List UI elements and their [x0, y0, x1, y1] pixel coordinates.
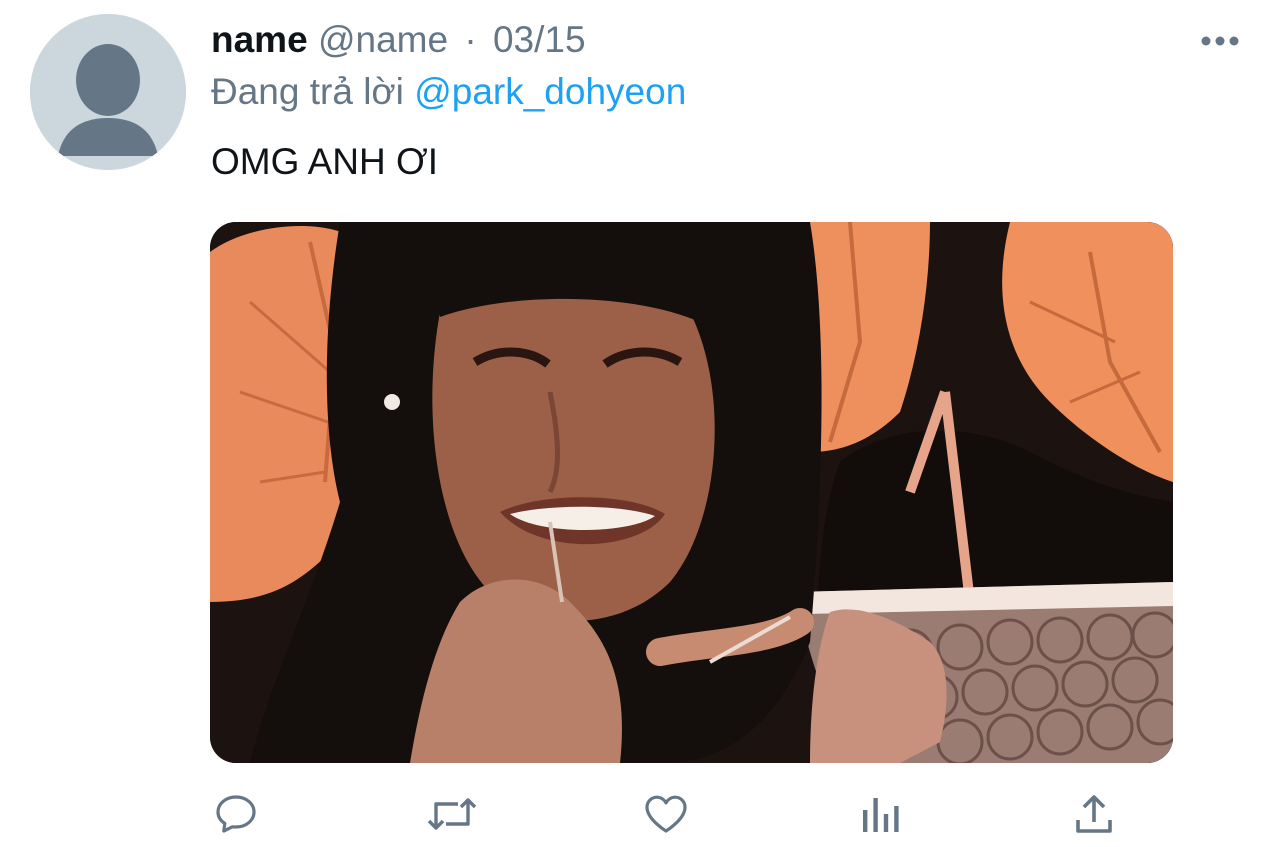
comment-bubble-icon: [216, 795, 256, 833]
share-button[interactable]: [1066, 786, 1122, 842]
heart-outline-icon: [645, 795, 687, 833]
tweet-actions-bar: [0, 786, 1284, 842]
tweet-card[interactable]: name @name · 03/15 Đang trả lời @park_do…: [0, 0, 1284, 847]
retweet-button[interactable]: [424, 786, 480, 842]
reply-mention-link[interactable]: @park_dohyeon: [414, 71, 686, 112]
bar-chart-icon: [863, 798, 899, 832]
default-profile-icon: [30, 14, 186, 170]
tweet-media-image[interactable]: [210, 222, 1173, 763]
analytics-button[interactable]: [853, 786, 909, 842]
tweet-date[interactable]: 03/15: [493, 19, 586, 60]
display-name[interactable]: name: [211, 19, 308, 60]
reply-context: Đang trả lời @park_dohyeon: [211, 70, 686, 114]
avatar[interactable]: [30, 14, 186, 170]
media-photo: [210, 222, 1173, 763]
more-options-button[interactable]: [1196, 26, 1244, 56]
reply-button[interactable]: [208, 786, 264, 842]
more-horizontal-icon: [1201, 36, 1239, 46]
retweet-arrows-icon: [427, 798, 477, 830]
share-upload-icon: [1076, 795, 1112, 833]
like-button[interactable]: [638, 786, 694, 842]
tweet-header: name @name · 03/15: [211, 18, 586, 62]
reply-prefix: Đang trả lời: [211, 71, 404, 112]
tweet-text: OMG ANH ƠI: [211, 141, 439, 182]
separator-dot: ·: [464, 19, 477, 60]
user-handle[interactable]: @name: [318, 19, 448, 60]
